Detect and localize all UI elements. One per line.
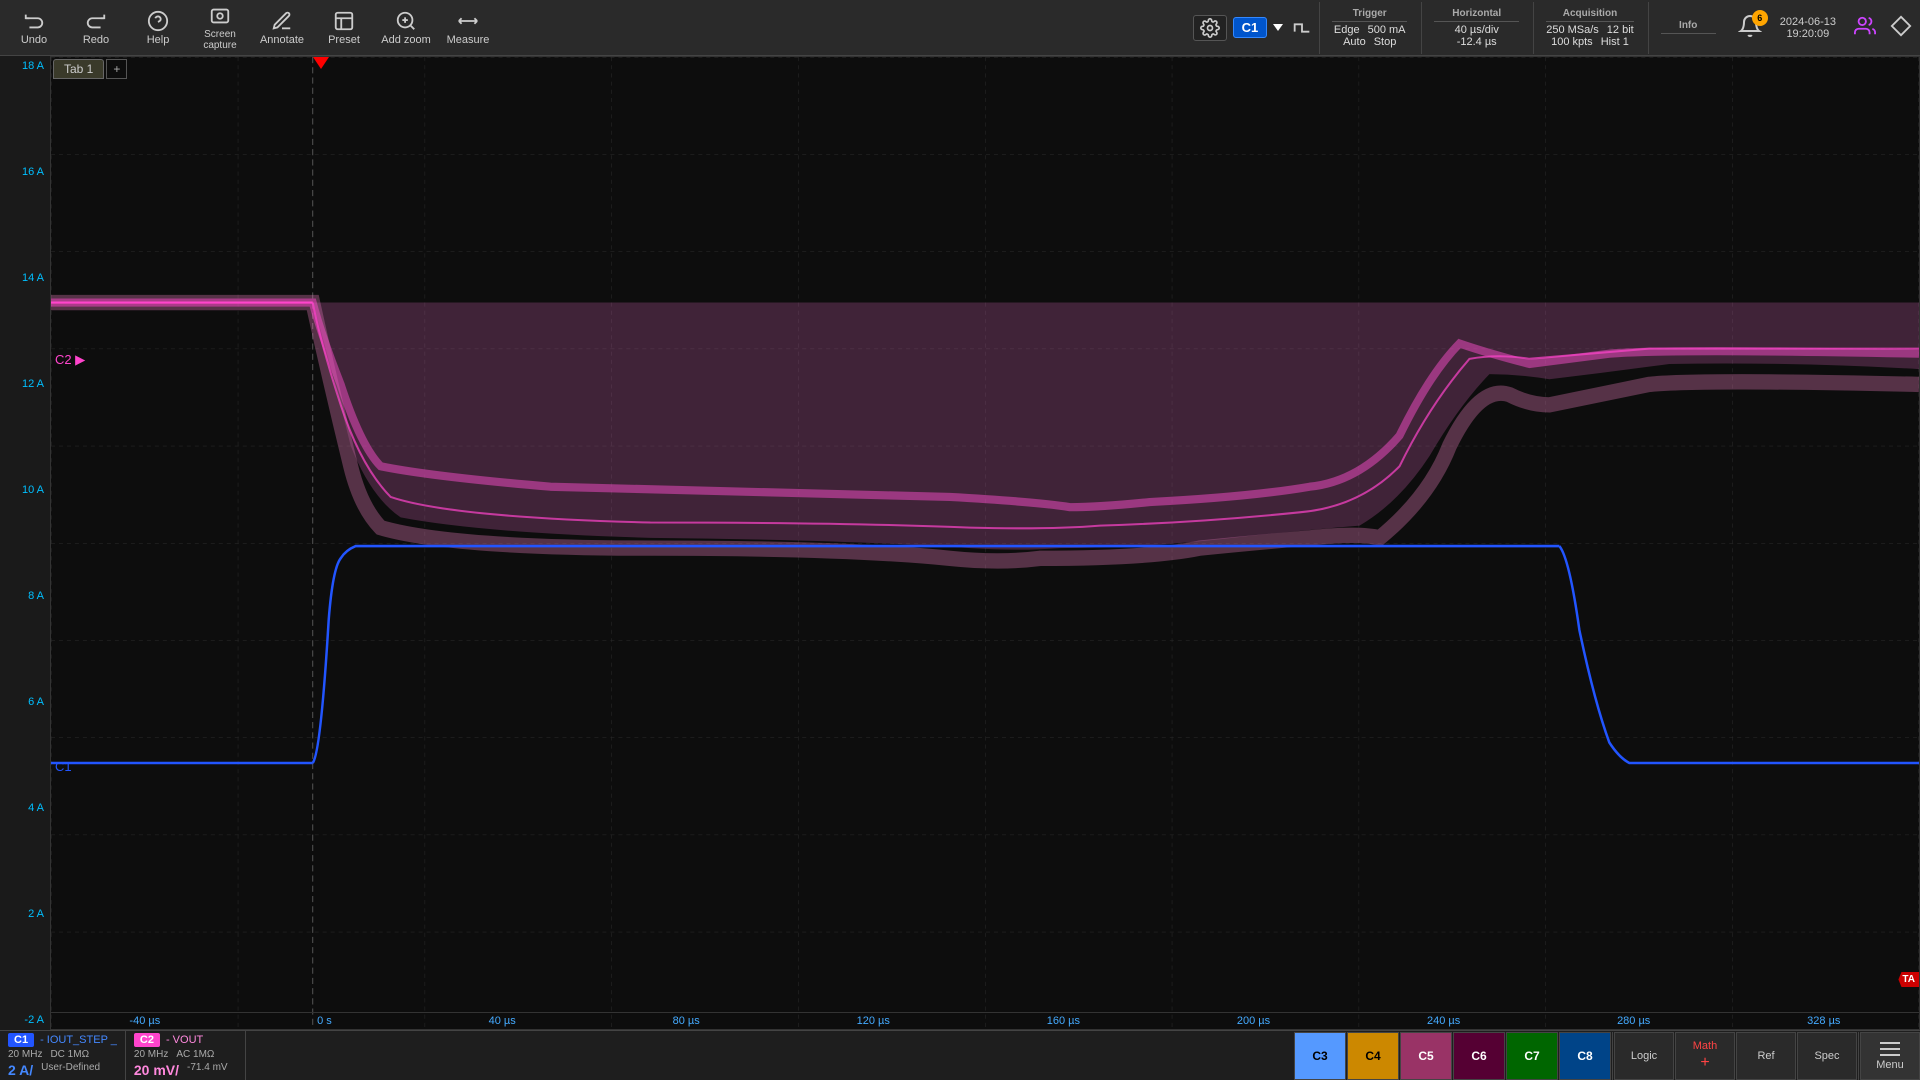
y-label-12: 12 A (2, 378, 48, 390)
c2-status: C2 - VOUT 20 MHz AC 1MΩ 20 mV/ -71.4 mV (126, 1031, 246, 1080)
time-200: 200 µs (1237, 1015, 1270, 1027)
preset-button[interactable]: Preset (314, 2, 374, 54)
c1-coupling: DC 1MΩ (50, 1049, 89, 1060)
c2-badge: C2 (134, 1033, 160, 1047)
c2-note: -71.4 mV (187, 1062, 228, 1078)
c4-button[interactable]: C4 (1347, 1032, 1399, 1080)
toolbar: Undo Redo Help Screencapture Annotate (0, 0, 1920, 56)
y-label-14: 14 A (2, 272, 48, 284)
time-280: 280 µs (1617, 1015, 1650, 1027)
y-axis: 18 A 16 A 14 A 12 A 10 A 8 A 6 A 4 A 2 A… (0, 56, 50, 1030)
y-label-neg2: -2 A (2, 1014, 48, 1026)
screen-capture-label: Screencapture (203, 29, 236, 51)
help-button[interactable]: Help (128, 2, 188, 54)
settings-area[interactable] (1193, 15, 1227, 41)
c1-badge: C1 (8, 1033, 34, 1047)
c8-button[interactable]: C8 (1559, 1032, 1611, 1080)
c6-button[interactable]: C6 (1453, 1032, 1505, 1080)
svg-text:C2 ▶: C2 ▶ (55, 352, 85, 367)
separator-2 (1858, 1032, 1859, 1080)
trigger-info: Trigger Edge 500 mA Auto Stop (1319, 2, 1419, 54)
info-icon-area[interactable] (1890, 15, 1912, 40)
c1-status: C1 - IOUT_STEP _ 20 MHz DC 1MΩ 2 A/ User… (0, 1031, 126, 1080)
c1-label: - IOUT_STEP _ (40, 1034, 117, 1046)
time-axis: -40 µs 0 s 40 µs 80 µs 120 µs 160 µs 200… (51, 1012, 1919, 1029)
redo-button[interactable]: Redo (66, 2, 126, 54)
menu-icon (1880, 1041, 1900, 1057)
math-button[interactable]: Math + (1675, 1032, 1735, 1080)
logic-button[interactable]: Logic (1614, 1032, 1674, 1080)
trigger-type-icon (1287, 2, 1317, 54)
scope-display[interactable]: Tab 1 + (50, 56, 1920, 1030)
c1-note: User-Defined (41, 1062, 100, 1078)
info-area: Info (1648, 2, 1728, 54)
c2-coupling: AC 1MΩ (176, 1049, 214, 1060)
datetime-display: 2024-06-13 19:20:09 (1772, 16, 1844, 40)
main-area: 18 A 16 A 14 A 12 A 10 A 8 A 6 A 4 A 2 A… (0, 56, 1920, 1030)
c3-button[interactable]: C3 (1294, 1032, 1346, 1080)
time-40: 40 µs (489, 1015, 516, 1027)
time-120: 120 µs (857, 1015, 890, 1027)
bottom-buttons: C3 C4 C5 C6 C7 C8 Logic Math + (1294, 1032, 1920, 1080)
ta-marker: TA (1898, 972, 1919, 987)
annotate-button[interactable]: Annotate (252, 2, 312, 54)
users-icon-area[interactable] (1854, 15, 1876, 40)
trigger-dropdown-arrow[interactable] (1271, 2, 1285, 54)
bottom-bar: C1 - IOUT_STEP _ 20 MHz DC 1MΩ 2 A/ User… (0, 1030, 1920, 1080)
horizontal-info: Horizontal 40 µs/div -12.4 µs (1421, 2, 1531, 54)
time-80: 80 µs (673, 1015, 700, 1027)
c5-button[interactable]: C5 (1400, 1032, 1452, 1080)
acquisition-info: Acquisition 250 MSa/s 12 bit 100 kpts Hi… (1533, 2, 1646, 54)
chevron-down-icon (1273, 24, 1283, 31)
users-icon (1854, 15, 1876, 37)
c2-scale: 20 mV/ (134, 1062, 179, 1078)
diamond-icon (1890, 15, 1912, 37)
y-label-2: 2 A (2, 908, 48, 920)
time-neg40: -40 µs (129, 1015, 160, 1027)
add-zoom-button[interactable]: Add zoom (376, 2, 436, 54)
c1-bw: 20 MHz (8, 1049, 42, 1060)
undo-button[interactable]: Undo (4, 2, 64, 54)
y-label-8: 8 A (2, 590, 48, 602)
add-tab-button[interactable]: + (106, 59, 127, 79)
svg-text:C1: C1 (55, 759, 72, 774)
c1-scale: 2 A/ (8, 1062, 33, 1078)
time-0: 0 s (317, 1015, 332, 1027)
c1-trigger-selector[interactable]: C1 (1233, 17, 1268, 38)
spec-button[interactable]: Spec (1797, 1032, 1857, 1080)
c1-trigger-label: C1 (1242, 20, 1259, 35)
measure-button[interactable]: Measure (438, 2, 498, 54)
tab-bar: Tab 1 + (53, 59, 127, 79)
screen-capture-button[interactable]: Screencapture (190, 2, 250, 54)
time-328: 328 µs (1807, 1015, 1840, 1027)
time-240: 240 µs (1427, 1015, 1460, 1027)
y-label-4: 4 A (2, 802, 48, 814)
c2-bw: 20 MHz (134, 1049, 168, 1060)
y-label-10: 10 A (2, 484, 48, 496)
c2-label: - VOUT (166, 1034, 203, 1046)
gear-icon (1200, 18, 1220, 38)
waveform-display: C1 C2 ▶ (51, 57, 1919, 1029)
y-label-16: 16 A (2, 166, 48, 178)
y-label-6: 6 A (2, 696, 48, 708)
tab-1[interactable]: Tab 1 (53, 59, 104, 79)
menu-button[interactable]: Menu (1860, 1032, 1920, 1080)
trigger-marker (313, 57, 329, 69)
notification-bell[interactable]: 6 (1738, 14, 1762, 41)
math-plus-icon: + (1700, 1054, 1709, 1072)
c7-button[interactable]: C7 (1506, 1032, 1558, 1080)
ref-button[interactable]: Ref (1736, 1032, 1796, 1080)
time-160: 160 µs (1047, 1015, 1080, 1027)
separator-1 (1612, 1032, 1613, 1080)
y-label-18: 18 A (2, 60, 48, 72)
